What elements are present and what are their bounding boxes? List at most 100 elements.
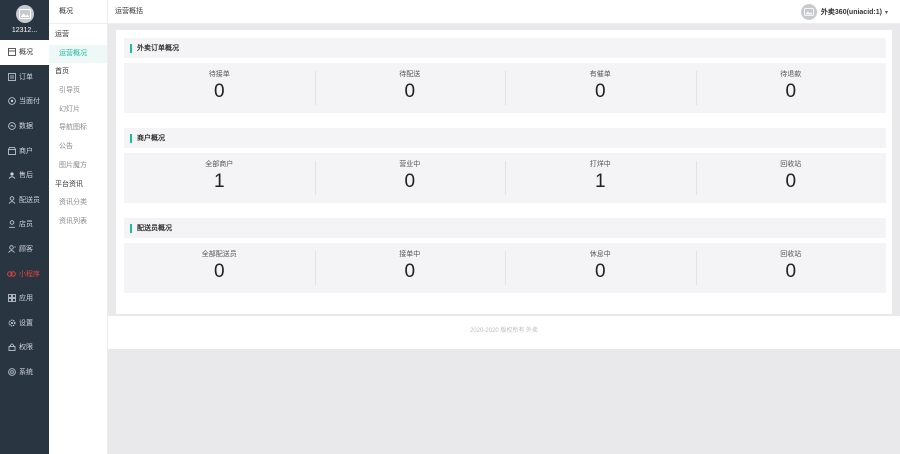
stat-label: 接单中 xyxy=(399,251,421,258)
account-avatar xyxy=(800,4,817,20)
stat-label: 待退款 xyxy=(780,71,802,78)
section-title: 配送员概况 xyxy=(137,225,172,232)
courier-icon xyxy=(7,195,16,204)
sidebar-item-gear[interactable]: 设置 xyxy=(0,311,49,336)
sidebar-item-miniprogram[interactable]: 小程序 xyxy=(0,261,49,286)
order-icon xyxy=(7,72,16,81)
sidebar-item-clerk[interactable]: 店员 xyxy=(0,212,49,237)
account-name: 外卖360(uniacid:1) xyxy=(820,9,882,16)
stat-card[interactable]: 全部配送员 0 xyxy=(124,243,315,293)
top-bar: 运营概括 外卖360(uniacid:1) ▾ xyxy=(108,0,900,24)
accent-bar xyxy=(130,133,132,143)
stat-card[interactable]: 回收站 0 xyxy=(695,153,887,203)
accent-bar xyxy=(130,43,132,53)
stat-value: 1 xyxy=(213,171,225,192)
stats-merchants: 全部商户 1 营业中 0 打烊中 1 回收站 0 xyxy=(124,153,886,203)
stat-card[interactable]: 待退款 0 xyxy=(695,63,887,113)
sidebar-item-home[interactable]: 概况 xyxy=(0,40,49,65)
section-header-merchants: 商户概况 xyxy=(124,128,886,148)
subnav-item[interactable]: 导航图标 xyxy=(49,119,107,138)
sidebar-item-store[interactable]: 商户 xyxy=(0,138,49,163)
subnav-title: 概况 xyxy=(49,0,107,24)
stat-label: 营业中 xyxy=(399,161,421,168)
stat-card[interactable]: 待配送 0 xyxy=(314,63,506,113)
stat-value: 0 xyxy=(785,261,797,282)
gear-icon xyxy=(7,318,16,327)
sidebar-item-lock[interactable]: 权限 xyxy=(0,335,49,360)
footer-copyright: 2020-2020 版权所有 外卖 xyxy=(469,328,539,334)
sidebar-username: 12312... xyxy=(11,27,38,34)
subnav-item[interactable]: 图片魔方 xyxy=(49,157,107,176)
sidebar-item-label: 应用 xyxy=(19,295,33,303)
subnav-item[interactable]: 引导页 xyxy=(49,82,107,101)
section-title: 商户概况 xyxy=(137,135,165,142)
stat-label: 全部配送员 xyxy=(201,251,237,258)
subnav-item[interactable]: 运营概况 xyxy=(49,44,107,64)
stat-value: 0 xyxy=(213,81,225,102)
stat-label: 待配送 xyxy=(399,71,421,78)
stat-value: 0 xyxy=(785,81,797,102)
sidebar-item-customer[interactable]: 顾客 xyxy=(0,237,49,262)
stat-card[interactable]: 打烊中 1 xyxy=(505,153,696,203)
stat-card[interactable]: 全部商户 1 xyxy=(124,153,315,203)
subnav-item[interactable]: 幻灯片 xyxy=(49,101,107,120)
stat-label: 打烊中 xyxy=(589,161,611,168)
sidebar-item-label: 配送员 xyxy=(19,196,40,204)
miniprogram-icon xyxy=(7,269,16,278)
sidebar-item-label: 订单 xyxy=(19,73,33,81)
stat-card[interactable]: 有催单 0 xyxy=(505,63,696,113)
section-header-orders: 外卖订单概况 xyxy=(124,38,886,58)
main-sidebar: 12312... 概况订单当面付 数据 商户售后配送员店员顾客小程序应用设置权限系统 xyxy=(0,0,49,454)
section-title: 外卖订单概况 xyxy=(137,45,179,52)
subnav-item[interactable]: 资讯分类 xyxy=(49,194,107,213)
data-icon xyxy=(7,122,16,131)
customer-icon xyxy=(7,245,16,254)
clerk-icon xyxy=(7,220,16,229)
subnav-group-label: 运营 xyxy=(55,31,69,38)
sidebar-item-system[interactable]: 系统 xyxy=(0,360,49,385)
account-menu[interactable]: 外卖360(uniacid:1) ▾ xyxy=(800,4,888,20)
stat-label: 休息中 xyxy=(589,251,611,258)
sidebar-item-pay[interactable]: 当面付 xyxy=(0,89,49,114)
stat-value: 0 xyxy=(404,261,416,282)
stat-card[interactable]: 接单中 0 xyxy=(314,243,506,293)
accent-bar xyxy=(130,223,132,233)
sidebar-item-label: 设置 xyxy=(19,319,33,327)
sidebar-profile: 12312... xyxy=(0,0,49,40)
stat-value: 0 xyxy=(594,81,606,102)
subnav-group-label: 首页 xyxy=(55,68,69,76)
sidebar-item-service[interactable]: 售后 xyxy=(0,163,49,188)
avatar[interactable] xyxy=(15,5,34,23)
sidebar-item-label: 店员 xyxy=(19,221,33,229)
sidebar-item-apps[interactable]: 应用 xyxy=(0,286,49,311)
sidebar-item-label: 顾客 xyxy=(19,246,33,254)
subnav-list: 运营运营概况首页引导页 幻灯片 导航图标 公告 图片魔方平台资讯资讯分类 资讯列表 xyxy=(49,24,107,232)
breadcrumb: 运营概括 xyxy=(115,8,143,15)
stat-label: 待接单 xyxy=(208,71,230,78)
sidebar-item-label: 售后 xyxy=(19,172,33,180)
lock-icon xyxy=(7,343,16,352)
subnav-item[interactable]: 公告 xyxy=(49,138,107,157)
sub-navigation: 概况 运营运营概况首页引导页 幻灯片 导航图标 公告 图片魔方平台资讯资讯分类 资讯列表 xyxy=(49,0,108,454)
pay-icon xyxy=(7,97,16,106)
chevron-down-icon: ▾ xyxy=(884,9,888,16)
stat-card[interactable]: 回收站 0 xyxy=(695,243,887,293)
sidebar-item-label: 系统 xyxy=(19,369,33,377)
stat-label: 回收站 xyxy=(780,251,802,258)
sidebar-item-label: 权限 xyxy=(19,344,33,352)
sidebar-item-label: 概况 xyxy=(19,49,33,57)
section-header-couriers: 配送员概况 xyxy=(124,218,886,238)
stat-card[interactable]: 休息中 0 xyxy=(505,243,696,293)
image-icon xyxy=(18,9,31,19)
overview-panel: 外卖订单概况 待接单 0 待配送 0 有催单 0 待退款 0 商户概况 全部商户 1 营业… xyxy=(116,30,892,314)
stat-card[interactable]: 待接单 0 xyxy=(124,63,315,113)
stat-value: 0 xyxy=(213,261,225,282)
home-icon xyxy=(7,48,16,57)
sidebar-item-data[interactable]: 数据 xyxy=(0,114,49,139)
sidebar-item-order[interactable]: 订单 xyxy=(0,65,49,90)
stat-card[interactable]: 营业中 0 xyxy=(314,153,506,203)
sidebar-item-courier[interactable]: 配送员 xyxy=(0,188,49,213)
stat-value: 0 xyxy=(785,171,797,192)
subnav-group-label: 平台资讯 xyxy=(55,180,83,188)
subnav-item[interactable]: 资讯列表 xyxy=(49,213,107,232)
